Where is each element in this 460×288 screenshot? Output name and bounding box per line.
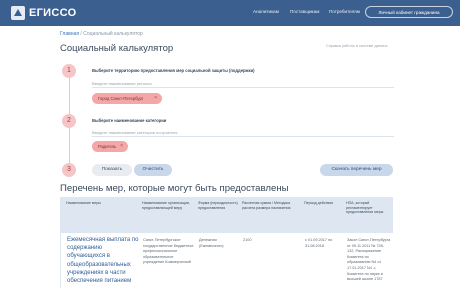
egisso-logo-icon[interactable] [10,5,26,21]
clear-button[interactable]: Очистить [134,164,172,176]
region-input[interactable]: Введите наименование региона [92,81,152,86]
close-icon[interactable]: × [120,141,123,152]
step-2-number: 2 [62,114,76,128]
nav-analysts[interactable]: Аналитикам [253,9,279,14]
category-input[interactable]: Введите наименование категории получател… [92,130,177,135]
step-1-label: Выберите территорию предоставления мер с… [92,68,255,73]
page-title: Социальный калькулятор [60,43,174,54]
step-2-label: Выберите наименование категории [92,118,167,123]
amount-cell: 2100 [243,238,252,242]
citizen-cabinet-button[interactable]: Личный кабинет гражданина [365,6,453,18]
measure-name-link[interactable]: Ежемесячная выплата по содержанию обучаю… [67,236,141,285]
selected-region-chip[interactable]: Город Санкт-Петербург × [92,93,162,104]
nav-suppliers[interactable]: Поставщикам [290,9,319,14]
nav-consumers[interactable]: Потребителям [329,9,360,14]
organization-cell: Санкт-Петербургское государственное бюдж… [143,238,194,265]
measures-list-title: Перечень мер, которые могут быть предост… [60,183,289,194]
download-list-button[interactable]: Скачать перечень мер [320,164,393,176]
column-header-organization: Наименование организации, предоставляюще… [142,201,190,210]
column-header-amount: Расчетная сумма / Методика расчета разме… [242,201,291,210]
selected-region-label: Город Санкт-Петербург [98,96,144,101]
breadcrumb-home-link[interactable]: Главная [60,31,79,37]
breadcrumb-separator: / [80,31,82,37]
top-header-bar: ЕГИССО Аналитикам Поставщикам Потребител… [0,0,460,26]
selected-category-label: Родитель [98,144,117,149]
step-3-number: 3 [62,163,76,177]
table-header: Наименование меры Наименование организац… [60,197,393,233]
close-icon[interactable]: × [154,93,157,104]
column-header-npa: НПА, который регламентирует предоставлен… [346,201,384,215]
form-cell: Денежная (Ежемесячно) [199,238,224,248]
help-hint-link[interactable]: Справка работы в системе данных [326,44,388,48]
column-header-form: Форма (периодичность) предоставления [198,201,238,210]
region-input-underline [92,87,394,88]
column-header-period: Период действия [304,201,334,205]
column-header-name: Наименование меры [66,201,101,205]
breadcrumb: Главная / Социальный калькулятор [60,31,143,37]
table-row: Ежемесячная выплата по содержанию обучаю… [60,233,393,288]
selected-category-chip[interactable]: Родитель × [92,141,128,152]
npa-cell: Закон Санкт-Петербурга от 09.11.2011 № 7… [347,238,391,282]
logo-text[interactable]: ЕГИССО [29,7,76,19]
breadcrumb-current: Социальный калькулятор [83,31,143,37]
category-input-underline [92,136,394,137]
step-1-number: 1 [62,64,76,78]
period-cell: с 01.09.2017 по 31.08.2018 [305,238,333,248]
show-button[interactable]: Показать [92,164,132,176]
